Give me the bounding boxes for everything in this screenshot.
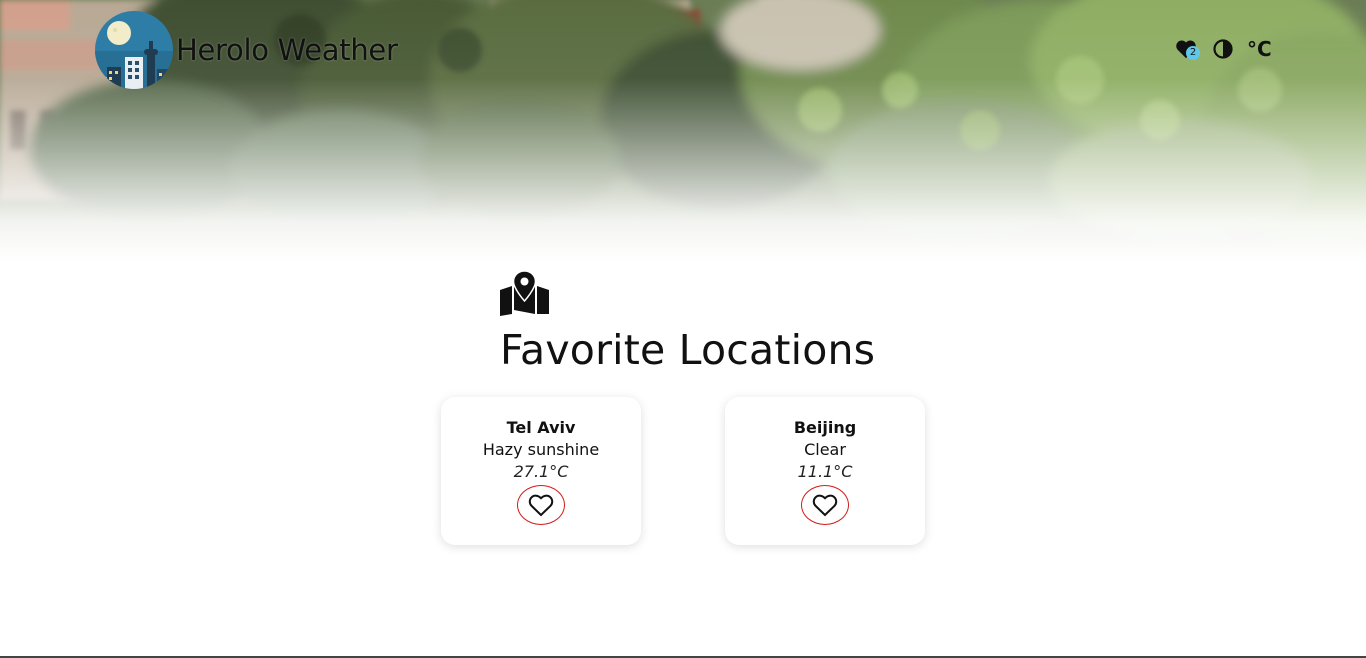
home-link[interactable]: Herolo Weather [95,11,398,89]
page-title: Favorite Locations [500,326,876,374]
contrast-icon [1213,39,1233,59]
toggle-favorite-button[interactable] [517,485,565,525]
temperature-unit-toggle[interactable]: °C [1247,36,1272,62]
app-title: Herolo Weather [176,33,398,67]
header-actions: 2 °C [1174,36,1272,62]
card-weather-condition: Hazy sunshine [482,440,600,459]
app-header: Herolo Weather 2 °C [0,0,1366,100]
card-city-name: Tel Aviv [506,418,576,437]
card-temperature: 11.1°C [797,462,853,481]
card-city-name: Beijing [793,418,857,437]
city-moon-logo-icon [95,11,173,89]
favorite-location-card[interactable]: Beijing Clear 11.1°C [725,397,925,545]
app-root: Herolo Weather 2 °C Favorite Locations T… [0,0,1366,658]
heart-outline-icon [812,494,838,516]
app-logo [95,11,173,89]
card-temperature: 27.1°C [513,462,569,481]
heart-outline-icon [528,494,554,516]
map-marker-icon [499,270,550,316]
toggle-favorite-button[interactable] [801,485,849,525]
favorites-count-badge: 2 [1186,46,1200,60]
card-weather-condition: Clear [804,440,846,459]
favorites-nav-button[interactable]: 2 [1174,36,1200,62]
favorite-location-card[interactable]: Tel Aviv Hazy sunshine 27.1°C [441,397,641,545]
theme-toggle-button[interactable] [1212,36,1234,62]
